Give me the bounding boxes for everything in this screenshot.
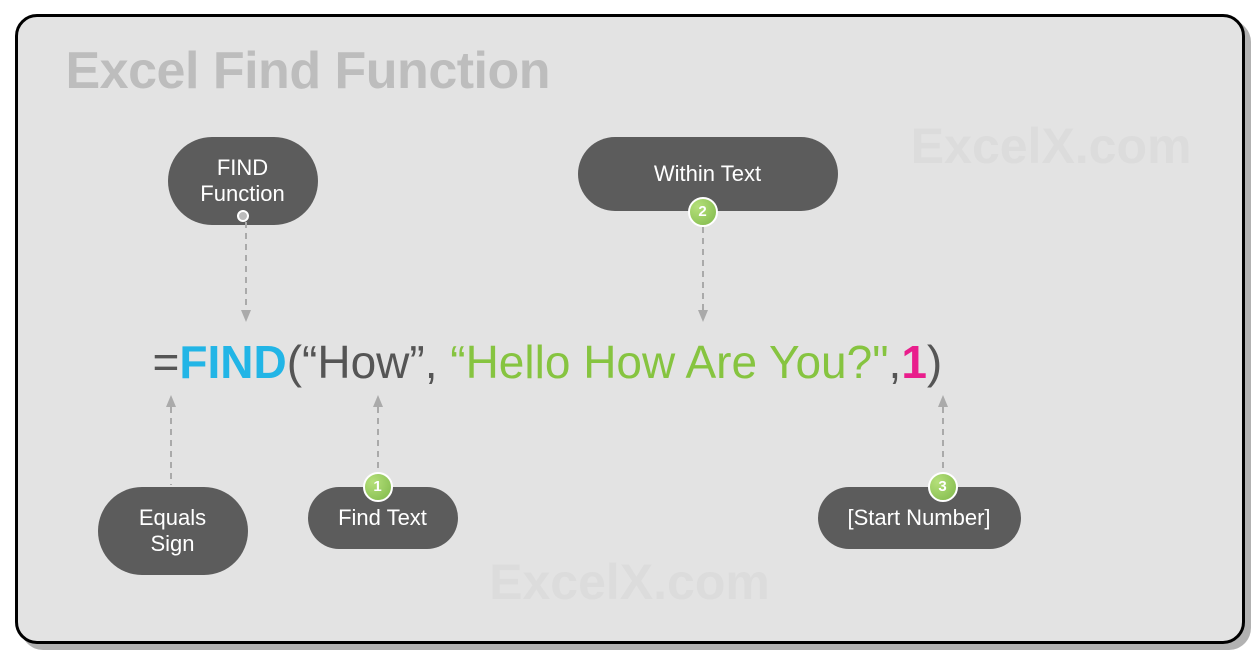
watermark: ExcelX.com (489, 553, 770, 611)
badge-1: 1 (363, 472, 393, 502)
diagram-card: Excel Find Function ExcelX.com ExcelX.co… (15, 14, 1245, 644)
token-paren-close: ) (927, 336, 942, 388)
token-start-num: 1 (901, 336, 927, 388)
badge-3: 3 (928, 472, 958, 502)
label-equals-sign: Equals Sign (98, 487, 248, 576)
label-text: [Start Number] (848, 505, 991, 531)
token-comma: , (889, 336, 902, 388)
label-text: Within Text (654, 161, 761, 187)
badge-2: 2 (688, 197, 718, 227)
arrow-up (166, 395, 176, 490)
label-text: FIND Function (198, 155, 288, 208)
token-function-name: FIND (179, 336, 286, 388)
page-title: Excel Find Function (66, 41, 551, 101)
token-find-text: “How” (302, 336, 425, 388)
label-text: Find Text (338, 505, 427, 531)
token-within-text: “Hello How Are You?" (450, 336, 888, 388)
formula-line: =FIND(“How”, “Hello How Are You?",1) (153, 335, 943, 389)
watermark: ExcelX.com (911, 117, 1192, 175)
token-comma: , (425, 336, 451, 388)
label-text: Equals Sign (128, 505, 218, 558)
connector-dot (237, 210, 249, 222)
token-paren-open: ( (287, 336, 302, 388)
token-equals: = (153, 336, 180, 388)
label-start-number: [Start Number] (818, 487, 1021, 549)
arrow-down (698, 227, 708, 327)
arrow-down (241, 222, 251, 327)
